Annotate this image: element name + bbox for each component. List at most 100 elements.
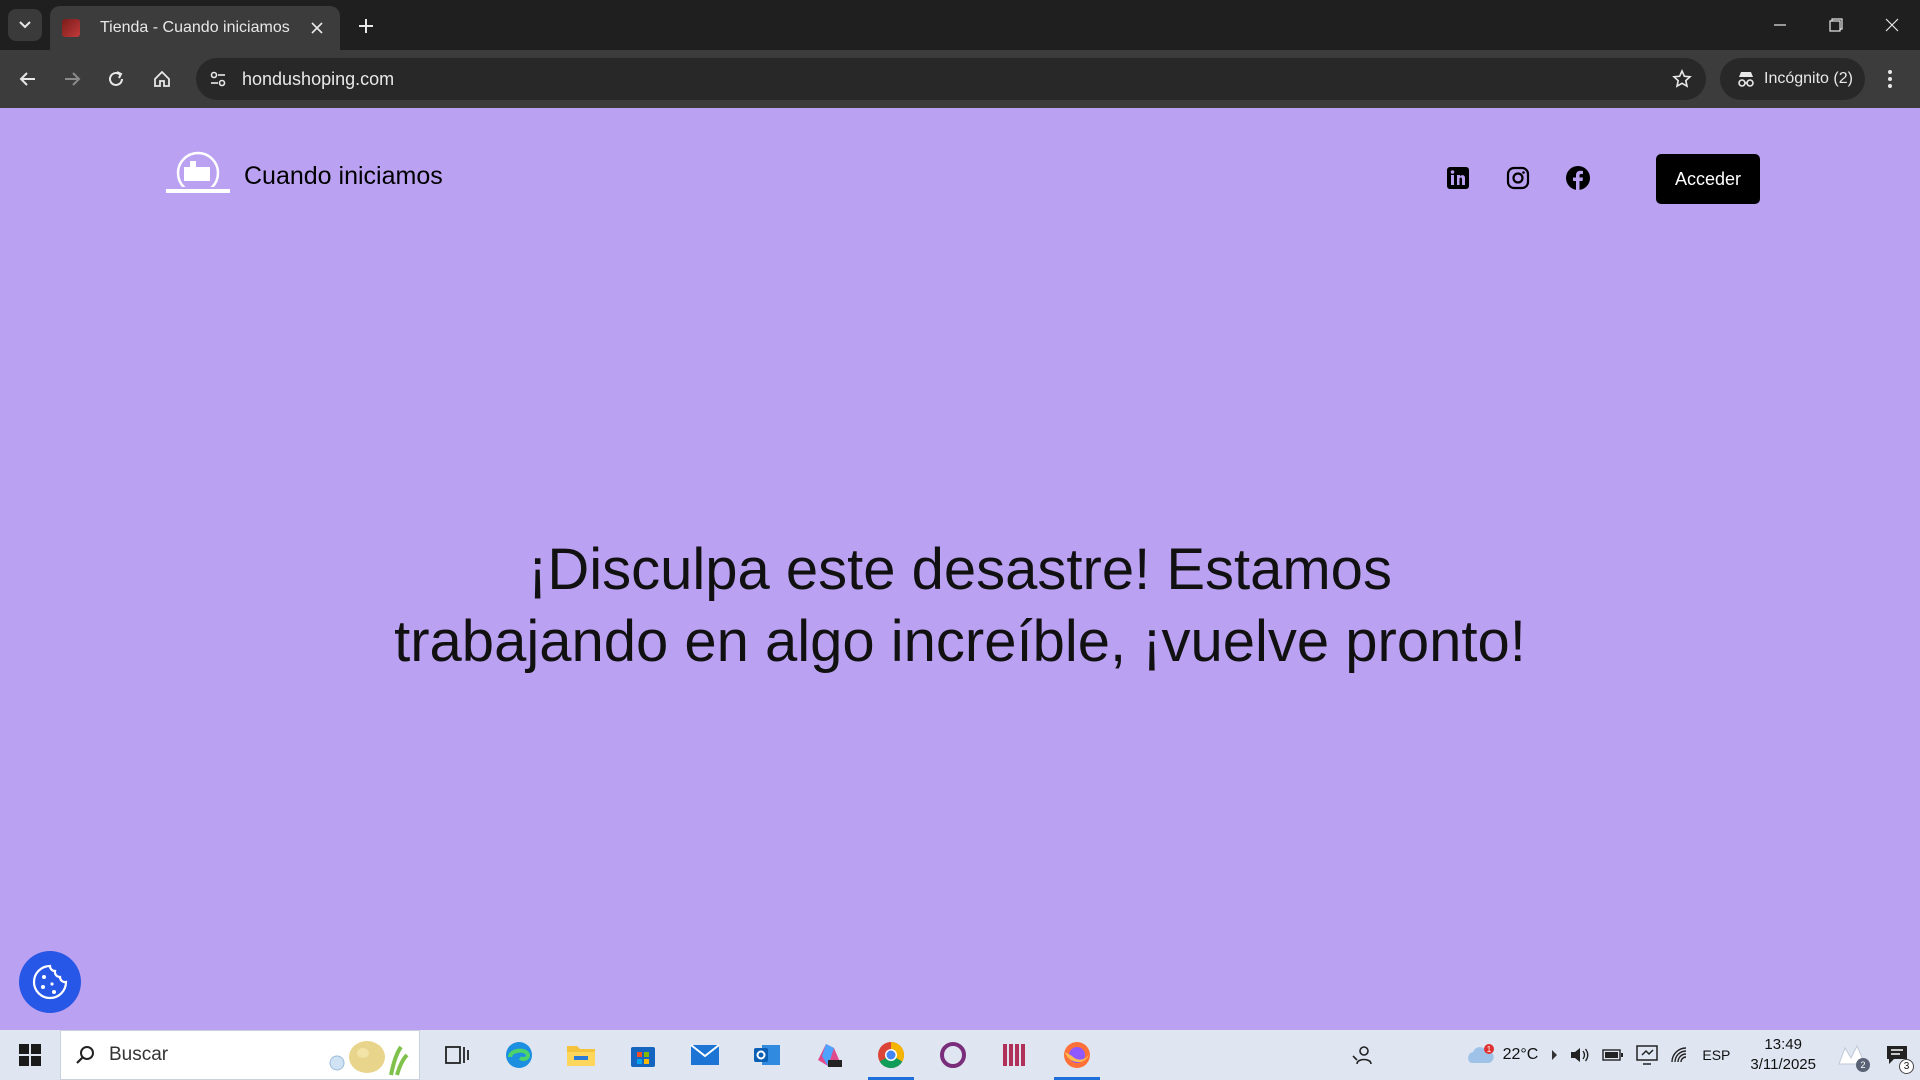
social-links	[1444, 164, 1592, 192]
arrow-right-icon	[65, 72, 81, 86]
volume-icon	[1571, 1048, 1589, 1062]
login-button[interactable]: Acceder	[1656, 154, 1760, 204]
task-view-button[interactable]	[426, 1030, 488, 1080]
facebook-icon	[1566, 166, 1590, 190]
microsoft-365-icon	[818, 1044, 842, 1067]
taskbar-search[interactable]: Buscar	[60, 1030, 420, 1080]
library-app[interactable]	[984, 1030, 1046, 1080]
chrome-app[interactable]	[860, 1030, 922, 1080]
windows-icon	[19, 1044, 41, 1066]
linkedin-icon	[1447, 167, 1469, 189]
minimize-button[interactable]	[1752, 0, 1808, 50]
minimize-icon	[1774, 24, 1786, 26]
reload-icon	[109, 71, 123, 86]
chrome-icon	[878, 1042, 905, 1069]
headline-line-1: ¡Disculpa este desastre! Estamos	[528, 537, 1392, 602]
notifications-badge: 3	[1899, 1059, 1914, 1074]
weather-widget[interactable]: 1 22°C	[1459, 1030, 1545, 1080]
chevron-down-icon	[19, 21, 31, 29]
firefox-icon	[1064, 1042, 1090, 1068]
file-explorer-app[interactable]	[550, 1030, 612, 1080]
volume-button[interactable]	[1564, 1030, 1596, 1080]
headline-line-2: trabajando en algo increíble, ¡vuelve pr…	[394, 609, 1526, 674]
page-content: Cuando iniciamos Acceder ¡Disculpa este …	[0, 108, 1920, 1030]
language-indicator[interactable]: ESP	[1696, 1030, 1736, 1080]
incognito-indicator[interactable]: Incógnito (2)	[1720, 58, 1865, 100]
site-title[interactable]: Cuando iniciamos	[244, 162, 443, 191]
copilot-button[interactable]	[1345, 1030, 1379, 1080]
books-icon	[1003, 1044, 1025, 1066]
instagram-link[interactable]	[1504, 164, 1532, 192]
search-highlight-illustration-icon	[329, 1041, 409, 1076]
linkedin-link[interactable]	[1444, 164, 1472, 192]
edge-app[interactable]	[488, 1030, 550, 1080]
tab-close-button[interactable]	[306, 17, 328, 39]
store-icon	[631, 1047, 655, 1067]
notifications-button[interactable]: 3	[1874, 1030, 1920, 1080]
bookmark-button[interactable]	[1662, 59, 1702, 99]
weather-temp: 22°C	[1502, 1046, 1539, 1063]
browser-menu-button[interactable]	[1874, 63, 1906, 95]
page-headline: ¡Disculpa este desastre! Estamos trabaja…	[360, 534, 1560, 678]
browser-tab[interactable]: Tienda - Cuando iniciamos	[50, 6, 340, 50]
task-view-icon	[445, 1046, 469, 1064]
clock[interactable]: 13:49 3/11/2025	[1736, 1035, 1830, 1075]
widgets-badge: 2	[1856, 1058, 1870, 1072]
search-icon	[76, 1046, 94, 1064]
home-button[interactable]	[146, 63, 178, 95]
browser-toolbar: hondushoping.com Incógnito (2)	[0, 50, 1920, 108]
close-window-button[interactable]	[1864, 0, 1920, 50]
start-button[interactable]	[0, 1030, 60, 1080]
folder-icon	[567, 1046, 595, 1066]
address-bar[interactable]: hondushoping.com	[196, 58, 1706, 100]
wifi-button[interactable]	[1664, 1030, 1696, 1080]
chevron-right-icon	[1552, 1050, 1558, 1060]
mail-app[interactable]	[674, 1030, 736, 1080]
facebook-link[interactable]	[1564, 164, 1592, 192]
system-tray: 1 22°C ESP 13:49 3/11/2025 2 3	[1345, 1030, 1920, 1080]
weather-alert-badge: 1	[1486, 1045, 1491, 1054]
reload-button[interactable]	[100, 63, 132, 95]
close-icon	[1885, 18, 1899, 32]
close-icon	[311, 22, 323, 34]
back-button[interactable]	[12, 63, 44, 95]
tab-search-button[interactable]	[8, 9, 42, 41]
instagram-icon	[1506, 166, 1530, 190]
incognito-label: Incógnito (2)	[1764, 70, 1853, 87]
cookie-settings-button[interactable]	[19, 951, 81, 1013]
network-status-button[interactable]	[1630, 1030, 1664, 1080]
person-search-icon	[1352, 1046, 1372, 1065]
cloud-icon: 1	[1467, 1044, 1494, 1063]
store-app[interactable]	[612, 1030, 674, 1080]
battery-button[interactable]	[1596, 1030, 1630, 1080]
search-placeholder: Buscar	[109, 1044, 169, 1065]
arrow-left-icon	[19, 72, 35, 86]
widgets-button[interactable]: 2	[1830, 1030, 1874, 1080]
site-brand[interactable]: Cuando iniciamos	[160, 151, 443, 201]
restore-icon	[1829, 18, 1843, 32]
outlook-app[interactable]	[736, 1030, 798, 1080]
forward-button[interactable]	[56, 63, 88, 95]
wifi-icon	[1671, 1047, 1687, 1063]
m365-app[interactable]	[798, 1030, 860, 1080]
edge-icon	[506, 1042, 532, 1068]
restore-button[interactable]	[1808, 0, 1864, 50]
tab-strip: Tienda - Cuando iniciamos	[0, 0, 1920, 50]
tune-icon	[210, 71, 226, 87]
show-hidden-icons-button[interactable]	[1544, 1030, 1564, 1080]
star-icon	[1672, 69, 1692, 88]
site-info-button[interactable]	[200, 61, 236, 97]
window-controls	[1752, 0, 1920, 50]
more-vertical-icon	[1888, 70, 1892, 88]
url-text[interactable]: hondushoping.com	[242, 69, 1662, 90]
clock-time: 13:49	[1764, 1036, 1802, 1053]
incognito-icon	[1738, 72, 1754, 87]
site-logo[interactable]	[160, 151, 236, 201]
firefox-app[interactable]	[1046, 1030, 1108, 1080]
new-tab-button[interactable]	[352, 12, 380, 40]
home-icon	[154, 70, 170, 87]
plus-icon	[359, 19, 373, 33]
ring-app[interactable]	[922, 1030, 984, 1080]
cookie-icon	[32, 964, 68, 1000]
tab-title: Tienda - Cuando iniciamos	[100, 19, 290, 36]
